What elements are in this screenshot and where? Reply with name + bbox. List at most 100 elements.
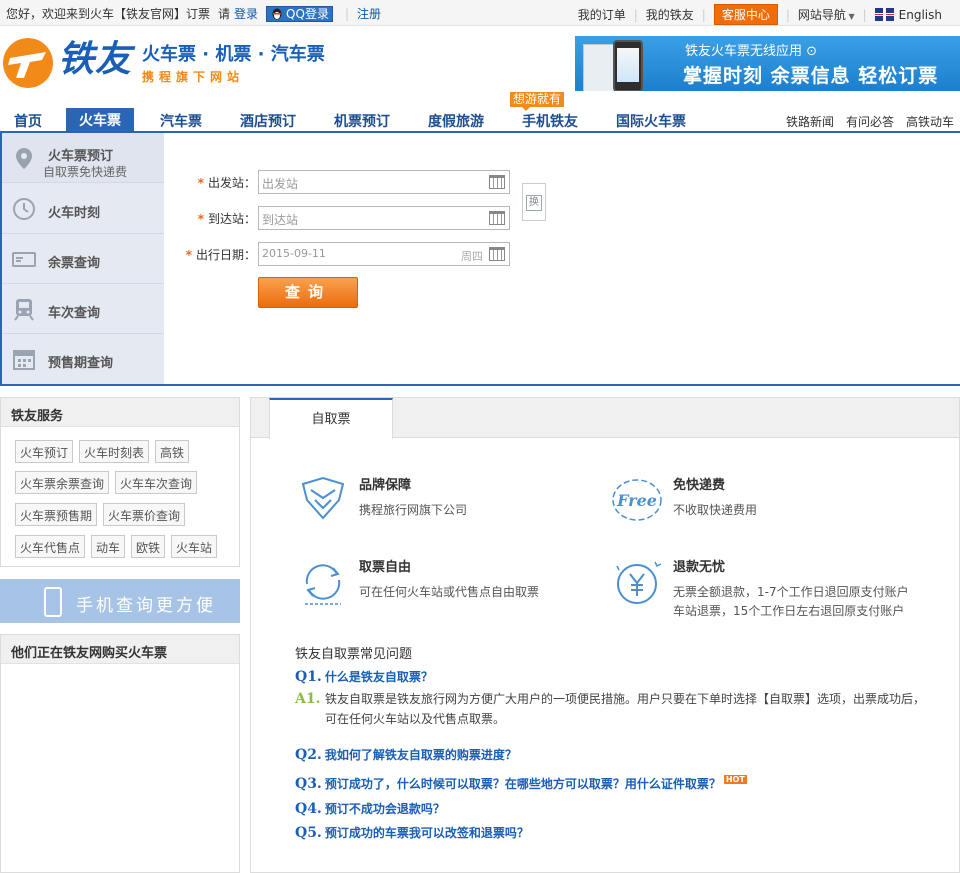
side-item-timetable[interactable]: 火车时刻 [2,184,164,234]
side-item-remaining-tickets[interactable]: 余票查询 [2,234,164,284]
register-link[interactable]: 注册 [357,5,381,22]
qq-penguin-icon [272,8,282,19]
nav-railway-news[interactable]: 铁路新闻 [786,113,834,130]
nav-bus-tickets[interactable]: 汽车票 [160,111,202,133]
service-tag[interactable]: 动车 [91,535,126,558]
yuan-coin-icon [616,561,662,604]
mobile-query-banner[interactable]: 手机查询更方便 [0,579,240,623]
feature-desc: 不收取快递费用 [673,503,758,517]
location-pin-icon [16,148,32,169]
greeting-text: 您好，欢迎来到火车【铁友官网】订票 [6,7,211,21]
service-tag[interactable]: 火车车次查询 [115,471,198,494]
qq-login-button[interactable]: QQ登录 [266,5,333,22]
feature-title: 取票自由 [359,560,412,575]
to-station-input[interactable]: 到达站 [258,206,510,230]
calendar-icon[interactable] [489,247,505,261]
service-tag[interactable]: 火车代售点 [15,535,86,558]
faq-question[interactable]: Q1. 什么是铁友自取票？ [295,668,433,685]
weekday-text: 周四 [461,250,483,263]
services-title: 铁友服务 [1,398,239,427]
service-tag[interactable]: 火车票价查询 [103,503,186,526]
qq-login-label: QQ登录 [286,7,329,21]
from-row: * 出发站： [164,170,256,194]
nav-train-tickets[interactable]: 火车票 [66,108,134,133]
my-tieyou-link[interactable]: 我的铁友 [646,6,694,23]
nav-flights[interactable]: 机票预订 [334,111,390,133]
tab-bar: 自取票 [251,398,959,439]
customer-service-button[interactable]: 客服中心 [713,4,778,25]
answer-text: 铁友自取票是铁友旅行网为方便广大用户的一项便民措施。用户只要在下单时选择【自取票… [325,692,926,726]
live-purchases-title: 他们正在铁友网购买火车票 [1,635,239,664]
side-item-train-number[interactable]: 车次查询 [2,284,164,334]
faq-question-text: 预订成功的车票我可以改签和退票吗？ [324,826,529,840]
nav-mobile[interactable]: 手机铁友 [522,111,578,133]
date-label: * 出行日期： [186,246,256,263]
travel-date-input[interactable]: 2015-09-11 周四 [258,242,510,266]
from-station-input[interactable]: 出发站 [258,170,510,194]
faq-question-text: 什么是铁友自取票？ [324,670,433,684]
nav-qa[interactable]: 有问必答 [846,113,894,130]
site-nav-dropdown[interactable]: 网站导航 ▼ [798,6,855,23]
service-tag[interactable]: 火车票余票查询 [15,471,110,494]
service-tag[interactable]: 火车站 [171,535,218,558]
nav-home[interactable]: 首页 [14,111,42,133]
my-orders-link[interactable]: 我的订单 [578,6,626,23]
nav-hotel[interactable]: 酒店预订 [240,111,296,133]
swap-stations-button[interactable]: 换 [522,183,546,221]
svg-text:Free: Free [616,491,657,510]
from-label-text: 出发站： [207,176,256,190]
faq-question-text: 预订不成功会退款吗？ [324,802,445,816]
search-form: * 出发站： 出发站 * 到达站： 到达站 换 * 出行日期： 2015-09-11 … [164,133,960,384]
required-mark: * [197,176,204,190]
language-switch[interactable]: English [874,7,942,22]
query-button[interactable]: 查询 [258,277,358,308]
service-tag[interactable]: 火车预订 [15,440,74,463]
smartphone-icon [44,587,62,617]
required-mark: * [185,248,192,262]
tab-self-pickup[interactable]: 自取票 [269,398,393,439]
feature-brand: 品牌保障 携程旅行网旗下公司 [297,474,597,534]
uk-flag-icon [874,7,894,21]
faq-question[interactable]: Q3. 预订成功了，什么时候可以取票？在哪些地方可以取票？用什么证件取票？ HOT [295,775,747,792]
side-item-label: 火车时刻 [48,206,101,221]
side-item-label: 车次查询 [48,306,101,321]
nav-promo-tag: 想游就有 [510,92,565,111]
station-list-icon[interactable] [489,211,505,225]
faq-number: Q4. [295,801,322,817]
faq-question[interactable]: Q2. 我如何了解铁友自取票的购票进度？ [295,746,517,763]
faq-question[interactable]: Q5. 预订成功的车票我可以改签和退票吗？ [295,824,529,841]
station-list-icon[interactable] [489,175,505,189]
required-mark: * [197,212,204,226]
divider: | [862,7,867,22]
to-label: * 到达站： [198,210,256,227]
faq-question[interactable]: Q4. 预订不成功会退款吗？ [295,800,445,817]
feature-desc: 无票全额退款，1-7个工作日退回原支付账户 车站退票，15个工作日左右退回原支付账… [673,583,909,621]
feature-title: 退款无忧 [673,560,726,575]
faq-title: 铁友自取票常见问题 [295,647,413,662]
please-text: 请 [218,7,231,21]
feature-refund: 退款无忧 无票全额退款，1-7个工作日退回原支付账户 车站退票，15个工作日左右退… [611,556,931,618]
date-value: 2015-09-11 [262,247,326,260]
app-promo-banner[interactable]: 铁友火车票无线应用 ⊙ 掌握时刻 余票信息 轻松订票 [575,36,960,91]
services-box: 铁友服务 火车预订 火车时刻表 高铁 火车票余票查询 火车车次查询 火车票预售期… [0,397,240,567]
faq-number: Q5. [295,825,322,841]
service-tag[interactable]: 火车时刻表 [79,440,150,463]
self-pickup-panel: 自取票 品牌保障 携程旅行网旗下公司 Free 免快递费 不收取快递费用 取票自… [250,397,960,873]
side-item-train-booking[interactable]: 火车票预订 自取票免快递费 [2,133,164,183]
train-icon [14,299,34,321]
site-logo[interactable]: 铁友 火车票 · 机票 · 汽车票 携程旗下网站 [0,36,340,90]
answer-number: A1. [295,691,321,707]
live-purchases-box: 他们正在铁友网购买火车票 [0,634,240,873]
side-item-presale-period[interactable]: 预售期查询 [2,334,164,384]
nav-international-trains[interactable]: 国际火车票 [616,111,686,133]
faq-number: Q1. [295,669,322,685]
service-tag[interactable]: 火车票预售期 [15,503,98,526]
service-tag[interactable]: 高铁 [155,440,190,463]
language-label: English [898,7,942,22]
feature-desc-line1: 无票全额退款，1-7个工作日退回原支付账户 [673,585,909,599]
login-link[interactable]: 登录 [234,5,258,22]
service-tag[interactable]: 欧铁 [131,535,166,558]
from-placeholder: 出发站 [262,177,299,191]
nav-high-speed[interactable]: 高铁动车 [906,113,954,130]
nav-vacation[interactable]: 度假旅游 [428,111,484,133]
